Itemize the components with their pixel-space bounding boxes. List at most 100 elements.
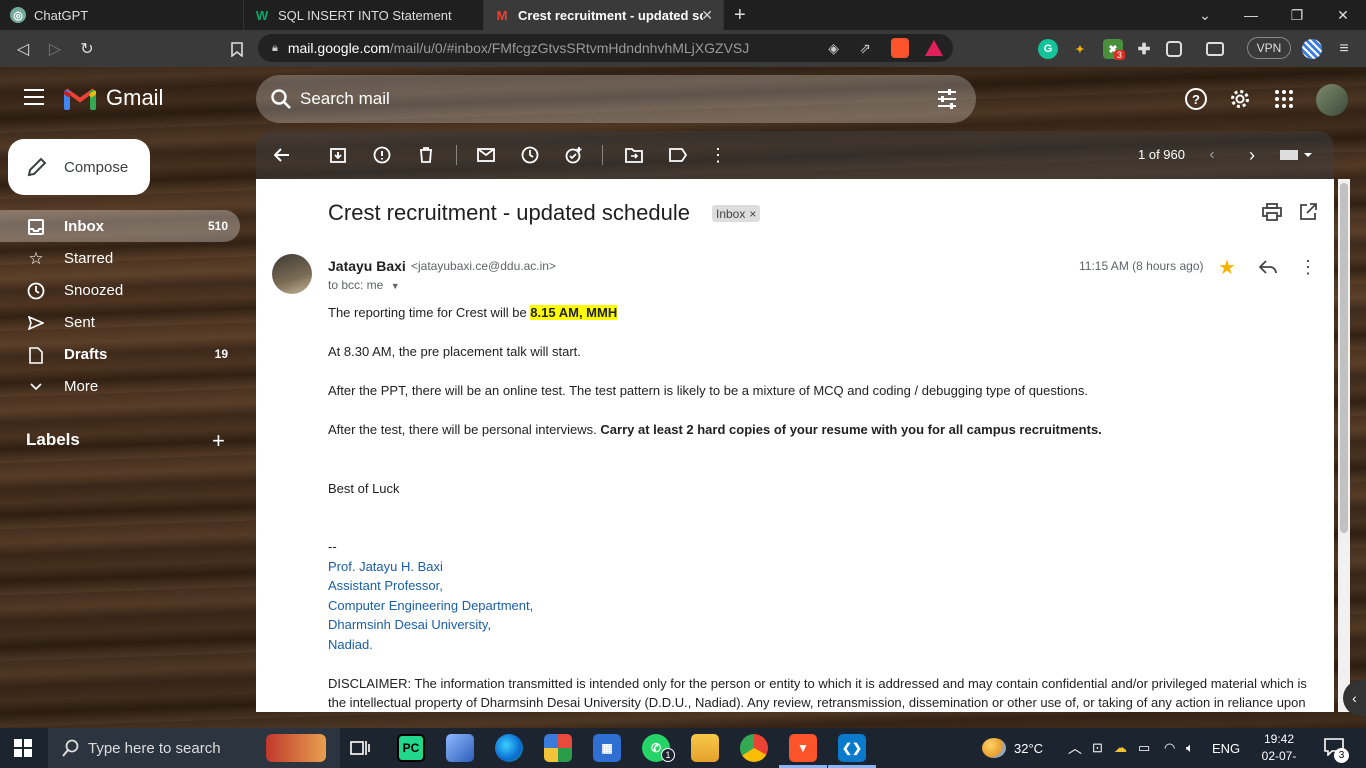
edge-icon[interactable] (495, 734, 523, 762)
sidebar-item-snoozed[interactable]: Snoozed (0, 274, 240, 306)
reload-icon[interactable]: ↻ (76, 38, 98, 60)
print-icon[interactable] (1262, 203, 1282, 226)
signature-line[interactable]: Nadiad. (328, 637, 373, 652)
language-indicator[interactable]: ENG (1212, 728, 1240, 768)
brave-icon[interactable]: ▼ (789, 734, 817, 762)
main-menu-icon[interactable] (24, 89, 44, 105)
input-tools-keyboard-icon[interactable] (1280, 145, 1316, 165)
vpn-button[interactable]: VPN (1247, 37, 1291, 59)
pagination-text: 1 of 960 (1138, 147, 1185, 162)
sidebar-item-more[interactable]: More (0, 370, 240, 402)
archive-icon[interactable] (328, 145, 348, 165)
label-icon[interactable] (668, 145, 688, 165)
signature-line[interactable]: Prof. Jatayu H. Baxi (328, 559, 443, 574)
snooze-icon[interactable] (520, 145, 540, 165)
tab-search-icon[interactable]: ⌄ (1182, 0, 1228, 30)
app-grid-icon[interactable] (544, 734, 572, 762)
sidebar-item-starred[interactable]: ☆ Starred (0, 242, 240, 274)
file-explorer-icon[interactable] (691, 734, 719, 762)
sidebar-item-sent[interactable]: Sent (0, 306, 240, 338)
remove-label-icon[interactable]: × (749, 207, 756, 221)
scrollbar-thumb[interactable] (1340, 183, 1348, 533)
tray-onedrive-icon[interactable]: ☁ (1114, 728, 1127, 768)
back-to-inbox-icon[interactable] (272, 145, 292, 165)
restore-icon[interactable]: ❐ (1274, 0, 1320, 30)
report-spam-icon[interactable] (372, 145, 392, 165)
volume-icon[interactable]: 🔈︎ (1186, 728, 1194, 768)
visibility-icon[interactable]: ◈ (828, 40, 839, 57)
toolbar-divider (456, 145, 457, 165)
tray-expand-icon[interactable]: ︿ (1068, 728, 1082, 768)
taskbar-search-icon (62, 739, 80, 761)
extension-person-icon[interactable]: ✦ (1070, 39, 1090, 59)
windows-start-icon[interactable] (14, 739, 32, 762)
search-input[interactable]: Search mail (256, 75, 976, 123)
minimize-icon[interactable]: — (1228, 0, 1274, 30)
forward-icon[interactable]: ▷ (44, 38, 66, 60)
gmail-logo[interactable]: Gmail (62, 85, 163, 111)
account-avatar[interactable] (1316, 84, 1348, 116)
tab-sql-insert[interactable]: W SQL INSERT INTO Statement (244, 0, 484, 30)
add-to-tasks-icon[interactable] (564, 145, 584, 165)
older-chevron-icon[interactable]: › (1242, 145, 1262, 165)
sender-name[interactable]: Jatayu Baxi (328, 258, 406, 274)
tray-device-icon[interactable]: ⊡ (1092, 728, 1103, 768)
extensions-puzzle-icon[interactable]: ✚ (1134, 39, 1154, 59)
back-icon[interactable]: ◁ (12, 38, 34, 60)
vscode-icon[interactable]: ❮❯ (838, 734, 866, 762)
compose-button[interactable]: Compose (8, 139, 150, 195)
message-scrollbar[interactable] (1338, 179, 1350, 712)
help-icon[interactable]: ? (1184, 87, 1208, 111)
settings-gear-icon[interactable] (1228, 87, 1252, 111)
brave-rewards-icon[interactable] (925, 40, 943, 56)
sidebar-item-drafts[interactable]: Drafts 19 (0, 338, 240, 370)
tab-chatgpt[interactable]: ◎ ChatGPT (0, 0, 244, 30)
recipient-details[interactable]: to bcc: me ▼ (328, 278, 400, 292)
details-dropdown-icon[interactable]: ▼ (391, 281, 400, 291)
message-more-icon[interactable]: ⋮ (1298, 257, 1318, 277)
microsoft-store-icon[interactable]: ▦ (593, 734, 621, 762)
close-window-icon[interactable]: ✕ (1320, 0, 1366, 30)
signature-line[interactable]: Assistant Professor, (328, 578, 443, 593)
sender-avatar[interactable] (272, 254, 312, 294)
url-field[interactable]: 🔒︎ mail.google.com/mail/u/0/#inbox/FMfcg… (258, 34, 953, 62)
apps-grid-icon[interactable] (1272, 87, 1296, 111)
wifi-icon[interactable]: ◠ (1164, 728, 1175, 768)
delete-icon[interactable] (416, 145, 436, 165)
profile-globe-icon[interactable] (1302, 39, 1322, 59)
search-options-icon[interactable] (936, 88, 958, 115)
search-icon[interactable] (270, 88, 292, 115)
grammarly-icon[interactable]: G (1038, 39, 1058, 59)
brave-shield-icon[interactable] (891, 38, 909, 58)
close-tab-icon[interactable]: ✕ (701, 7, 713, 24)
new-tab-icon[interactable]: + (734, 4, 746, 27)
sidebar-item-inbox[interactable]: Inbox 510 (0, 210, 240, 242)
share-icon[interactable]: ⇗ (859, 40, 871, 57)
chrome-icon[interactable] (740, 734, 768, 762)
inbox-label-chip[interactable]: Inbox × (712, 205, 761, 222)
mark-unread-icon[interactable] (476, 145, 496, 165)
signature-line[interactable]: Dharmsinh Desai University, (328, 617, 491, 632)
weather-widget[interactable]: 32°C (982, 728, 1043, 768)
move-to-icon[interactable] (624, 145, 644, 165)
virtualbox-cube-icon[interactable] (446, 734, 474, 762)
tab-gmail[interactable]: M Crest recruitment - updated sche ✕ (484, 0, 724, 30)
newer-chevron-icon[interactable]: ‹ (1202, 145, 1222, 165)
taskbar-search-input[interactable]: Type here to search (48, 728, 340, 768)
pycharm-icon[interactable]: PC (397, 734, 425, 762)
open-new-window-icon[interactable] (1299, 203, 1317, 226)
starred-icon[interactable]: ★ (1218, 255, 1236, 280)
wallet-icon[interactable] (1206, 42, 1224, 56)
tab-label: SQL INSERT INTO Statement (278, 7, 452, 23)
signature-line[interactable]: Computer Engineering Department, (328, 598, 533, 613)
taskbar-clock[interactable]: 19:42 02-07-2023 (1250, 731, 1308, 768)
sidebar-toggle-icon[interactable] (1166, 41, 1182, 57)
highlighted-time: 8.15 AM, MMH (530, 305, 618, 320)
bookmark-icon[interactable] (226, 38, 248, 60)
browser-menu-icon[interactable]: ≡ (1334, 39, 1354, 59)
battery-icon[interactable]: ▭ (1138, 728, 1150, 768)
add-label-icon[interactable]: + (212, 428, 225, 454)
task-view-icon[interactable] (350, 738, 370, 763)
more-options-icon[interactable]: ⋮ (708, 145, 728, 165)
reply-icon[interactable] (1258, 257, 1278, 277)
